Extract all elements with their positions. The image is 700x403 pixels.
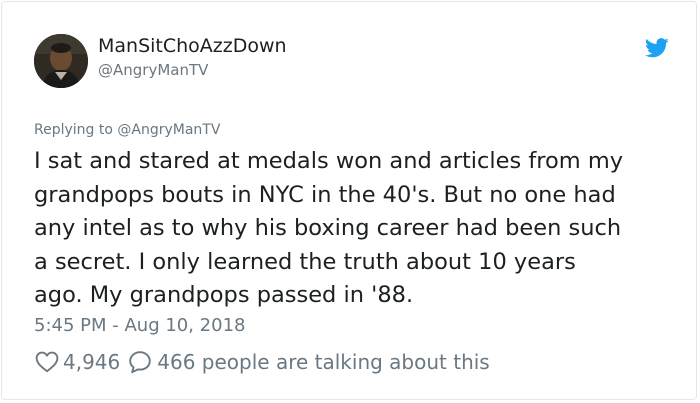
author-handle[interactable]: @AngryManTV (98, 61, 208, 79)
reply-context[interactable]: Replying to @AngryManTV (34, 122, 220, 138)
tweet-card: ManSitChoAzzDown @AngryManTV Replying to… (1, 1, 697, 400)
heart-icon[interactable] (35, 351, 59, 373)
tweet-timestamp[interactable]: 5:45 PM - Aug 10, 2018 (34, 315, 246, 336)
avatar[interactable] (34, 34, 88, 88)
tweet-actions: 4,946 466 people are talking about this (35, 348, 490, 376)
author-display-name[interactable]: ManSitChoAzzDown (98, 35, 287, 57)
tweet-text: I sat and stared at medals won and artic… (34, 148, 624, 308)
like-count[interactable]: 4,946 (63, 350, 120, 374)
avatar-photo (34, 34, 88, 88)
conversation-link[interactable]: 466 people are talking about this (157, 350, 489, 374)
speech-bubble-icon[interactable] (128, 350, 152, 374)
twitter-bird-icon[interactable] (645, 38, 669, 58)
